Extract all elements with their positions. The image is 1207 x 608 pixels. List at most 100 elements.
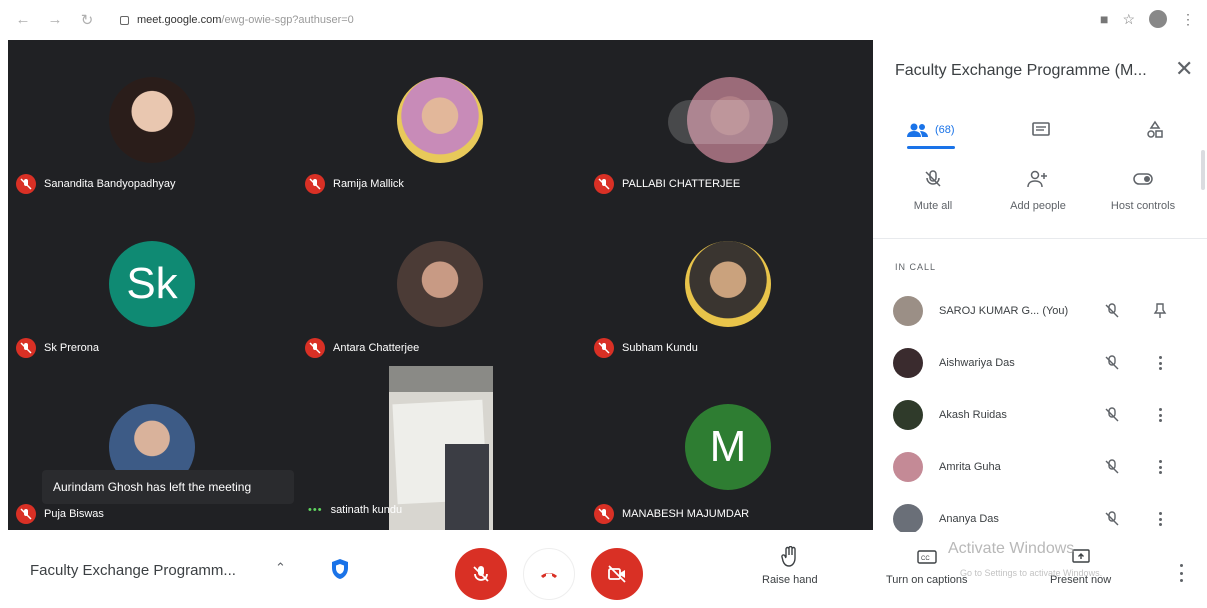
participant-row[interactable]: Amrita Guha (893, 450, 1193, 484)
camera-icon[interactable]: ■ (1100, 11, 1108, 27)
mic-off-icon (594, 338, 614, 358)
participant-name: Sanandita Bandyopadhyay (44, 178, 176, 190)
pin-icon[interactable] (1151, 302, 1169, 320)
people-icon (907, 123, 928, 137)
participant-name: Sk Prerona (44, 342, 100, 354)
mic-off-icon (305, 174, 325, 194)
participant-grid: Sanandita Bandyopadhyay Ramija Mallick P… (8, 40, 873, 530)
participant-letter-avatar: Sk (109, 241, 195, 327)
chat-icon (1032, 122, 1050, 136)
mute-all-label: Mute all (913, 200, 953, 212)
raise-hand-label: Raise hand (762, 574, 818, 586)
mic-off-icon (305, 338, 325, 358)
activate-windows-subtext: Go to Settings to activate Windows. (960, 568, 1103, 578)
avatar (893, 452, 923, 482)
microphone-toggle-button[interactable] (455, 548, 507, 600)
camera-toggle-button[interactable] (591, 548, 643, 600)
participant-list-name: Ananya Das (939, 513, 999, 525)
mic-off-icon[interactable] (1103, 510, 1121, 528)
more-options-icon[interactable] (1151, 510, 1169, 528)
profile-avatar[interactable] (1149, 10, 1167, 28)
speaking-indicator-icon: ••• (308, 504, 323, 516)
participant-video (389, 366, 493, 530)
add-people-button[interactable]: Add people (988, 168, 1088, 212)
avatar (893, 348, 923, 378)
hang-up-icon (541, 573, 557, 578)
mute-all-button[interactable]: Mute all (883, 168, 983, 212)
host-controls-label: Host controls (1110, 200, 1176, 212)
participant-label: Puja Biswas (16, 504, 104, 524)
mic-off-icon[interactable] (1103, 354, 1121, 372)
activate-windows-watermark: Activate Windows (948, 540, 1075, 557)
reload-icon[interactable]: ↻ (78, 11, 96, 29)
participant-label: Subham Kundu (594, 338, 698, 358)
close-icon[interactable]: ✕ (1175, 58, 1193, 80)
people-panel: Faculty Exchange Programme (M... ✕ (68) … (873, 40, 1207, 534)
tab-people[interactable]: (68) (907, 112, 955, 148)
browser-toolbar: ← → ↻ meet.google.com /ewg-owie-sgp?auth… (0, 0, 1207, 40)
avatar (893, 400, 923, 430)
participant-label: Sk Prerona (16, 338, 99, 358)
browser-menu-icon[interactable]: ⋮ (1181, 11, 1195, 28)
chevron-up-icon[interactable]: ⌃ (275, 560, 286, 576)
participant-row[interactable]: Akash Ruidas (893, 398, 1193, 432)
tab-activities[interactable] (1145, 112, 1165, 148)
back-icon[interactable]: ← (14, 11, 32, 29)
avatar-letter: Sk (126, 259, 178, 308)
leave-call-button[interactable] (523, 548, 575, 600)
participant-label: PALLABI CHATTERJEE (594, 174, 740, 194)
participant-photo (397, 241, 483, 327)
participant-name: satinath kundu (330, 504, 403, 516)
participant-label: MANABESH MAJUMDAR (594, 504, 749, 524)
participant-list-name: Akash Ruidas (939, 409, 1007, 421)
participant-label: Sanandita Bandyopadhyay (16, 174, 176, 194)
host-controls-button[interactable]: Host controls (1093, 168, 1193, 212)
mic-off-icon[interactable] (1103, 302, 1121, 320)
lock-icon (120, 15, 129, 25)
mic-off-icon (16, 338, 36, 358)
participant-list-name: SAROJ KUMAR G... (You) (939, 305, 1069, 317)
participant-name: PALLABI CHATTERJEE (622, 178, 741, 190)
tile-hover-controls[interactable] (668, 100, 788, 144)
people-count: (68) (935, 124, 955, 136)
url-path: /ewg-owie-sgp?authuser=0 (221, 14, 354, 26)
shield-icon[interactable] (330, 558, 350, 580)
divider (873, 238, 1207, 239)
participant-row[interactable]: Aishwariya Das (893, 346, 1193, 380)
avatar (893, 504, 923, 534)
toggle-icon (1132, 168, 1154, 190)
mic-off-icon (473, 566, 489, 582)
add-person-icon (1027, 168, 1049, 190)
mute-all-icon (922, 168, 944, 190)
star-icon[interactable]: ☆ (1122, 11, 1135, 28)
scrollbar[interactable] (1201, 150, 1205, 190)
participant-list-name: Aishwariya Das (939, 357, 1015, 369)
avatar-letter: M (709, 422, 747, 471)
active-tab-indicator (907, 146, 955, 149)
participant-list-name: Amrita Guha (939, 461, 1001, 473)
participant-name: Subham Kundu (622, 342, 698, 354)
more-options-icon[interactable] (1151, 458, 1169, 476)
camera-off-icon (608, 565, 626, 583)
avatar (893, 296, 923, 326)
participant-row[interactable]: Ananya Das (893, 502, 1193, 536)
participant-photo (109, 77, 195, 163)
raise-hand-button[interactable]: Raise hand (762, 546, 818, 586)
participant-name: MANABESH MAJUMDAR (622, 508, 750, 520)
svg-text:CC: CC (921, 556, 930, 562)
mic-off-icon[interactable] (1103, 458, 1121, 476)
more-options-icon[interactable] (1178, 564, 1184, 582)
address-bar[interactable]: meet.google.com /ewg-owie-sgp?authuser=0 (108, 8, 1108, 32)
mic-off-icon[interactable] (1103, 406, 1121, 424)
participant-photo (685, 241, 771, 327)
more-options-icon[interactable] (1151, 406, 1169, 424)
participant-label: Antara Chatterjee (305, 338, 419, 358)
more-options-icon[interactable] (1151, 354, 1169, 372)
participant-label: ••• satinath kundu (308, 504, 402, 516)
forward-icon[interactable]: → (46, 11, 64, 29)
meeting-title[interactable]: Faculty Exchange Programm... (30, 562, 236, 579)
participant-photo (397, 77, 483, 163)
tab-chat[interactable] (1031, 112, 1051, 148)
add-people-label: Add people (1010, 200, 1066, 212)
participant-row[interactable]: SAROJ KUMAR G... (You) (893, 294, 1193, 328)
